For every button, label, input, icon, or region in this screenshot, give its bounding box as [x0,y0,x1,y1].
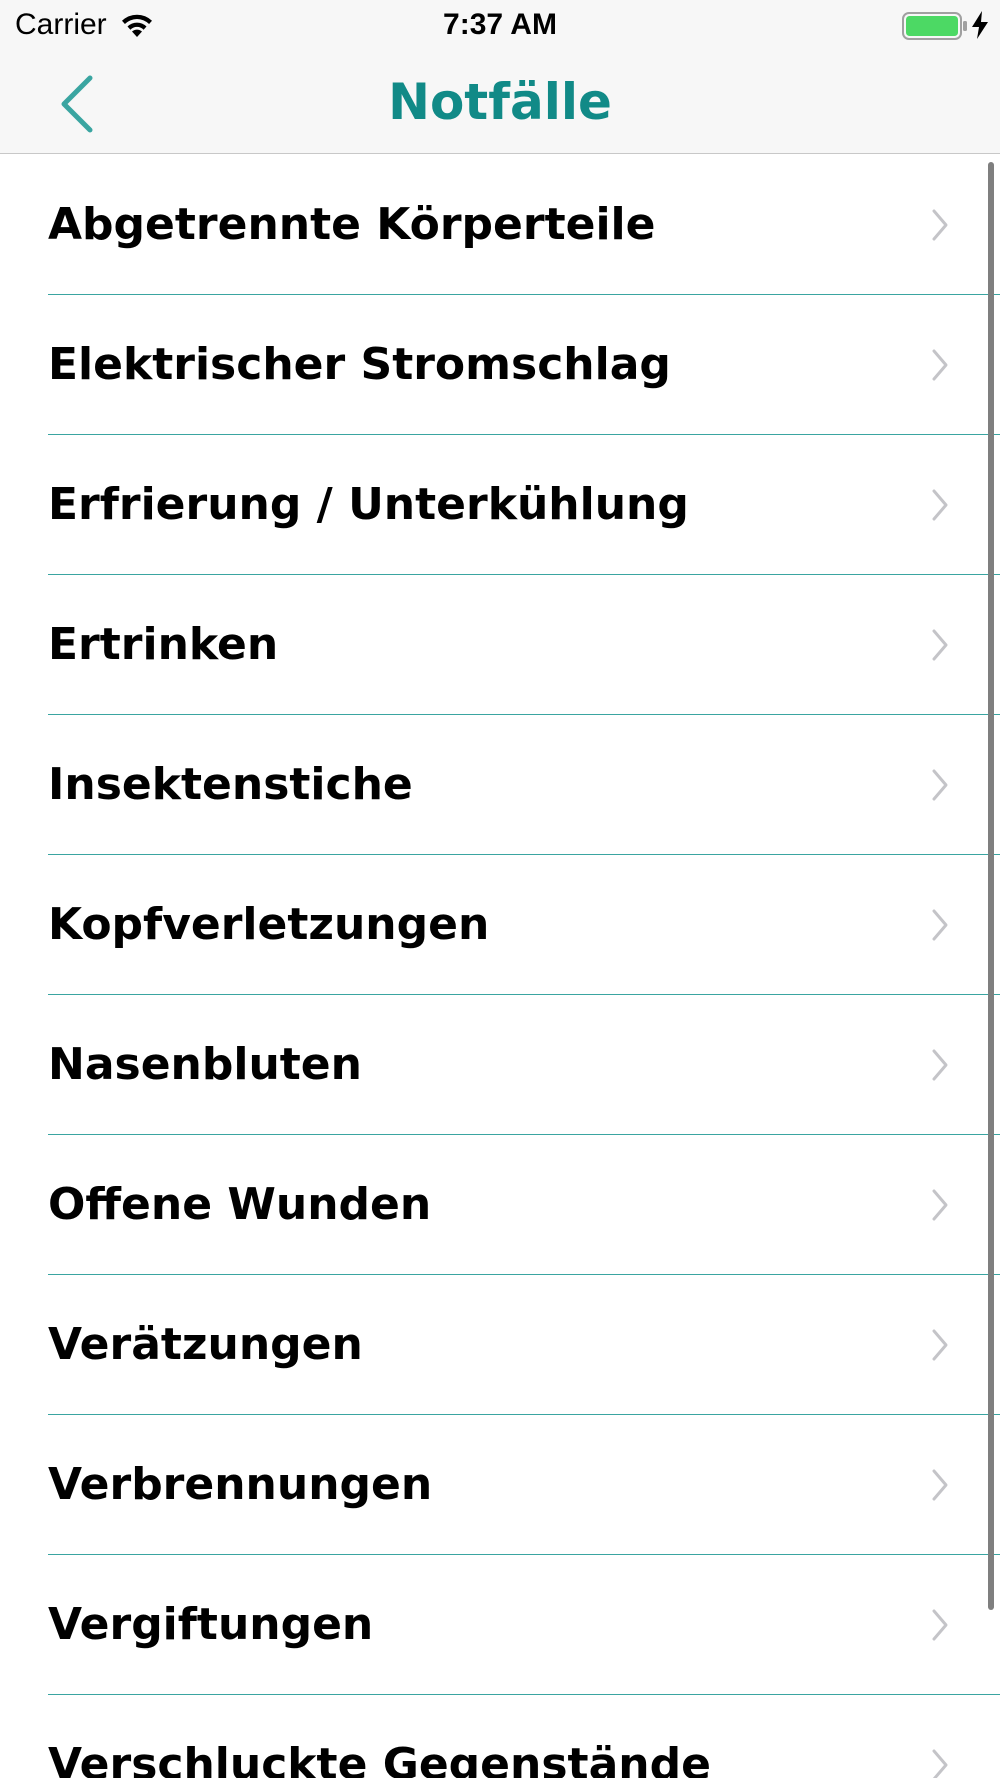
table-row[interactable]: Verätzungen [0,1275,1000,1415]
chevron-right-icon [930,1467,950,1503]
table-row[interactable]: Verbrennungen [0,1415,1000,1555]
chevron-right-icon [930,1047,950,1083]
table-row[interactable]: Erfrierung / Unterkühlung [0,435,1000,575]
table-row[interactable]: Vergiftungen [0,1555,1000,1695]
table-row[interactable]: Nasenbluten [0,995,1000,1135]
chevron-right-icon [930,347,950,383]
row-label: Elektrischer Stromschlag [48,339,671,390]
page-title: Notfälle [388,73,612,131]
emergency-list: Abgetrennte Körperteile Elektrischer Str… [0,155,1000,1778]
row-label: Verätzungen [48,1319,363,1370]
table-row[interactable]: Insektenstiche [0,715,1000,855]
chevron-right-icon [930,207,950,243]
chevron-right-icon [930,1747,950,1778]
scroll-indicator[interactable] [988,162,994,1610]
table-row[interactable]: Elektrischer Stromschlag [0,295,1000,435]
row-label: Verbrennungen [48,1459,433,1510]
row-label: Ertrinken [48,619,279,670]
chevron-right-icon [930,1327,950,1363]
chevron-right-icon [930,627,950,663]
row-label: Nasenbluten [48,1039,362,1090]
row-label: Erfrierung / Unterkühlung [48,479,689,530]
charging-bolt-icon [970,10,990,40]
row-label: Insektenstiche [48,759,413,810]
battery-icon [902,12,968,40]
navigation-bar: Notfälle [0,50,1000,154]
status-time: 7:37 AM [443,8,557,41]
row-label: Verschluckte Gegenstände [48,1739,711,1778]
chevron-right-icon [930,1187,950,1223]
table-row[interactable]: Kopfverletzungen [0,855,1000,995]
chevron-right-icon [930,487,950,523]
row-label: Kopfverletzungen [48,899,490,950]
table-row[interactable]: Ertrinken [0,575,1000,715]
status-bar: Carrier 7:37 AM [0,0,1000,50]
screen: Carrier 7:37 AM Notfälle Abgetrennte Kör… [0,0,1000,1778]
table-row[interactable]: Offene Wunden [0,1135,1000,1275]
table-row[interactable]: Abgetrennte Körperteile [0,155,1000,295]
chevron-right-icon [930,1607,950,1643]
row-label: Offene Wunden [48,1179,432,1230]
table-row[interactable]: Verschluckte Gegenstände [0,1695,1000,1778]
chevron-right-icon [930,907,950,943]
row-label: Vergiftungen [48,1599,374,1650]
chevron-right-icon [930,767,950,803]
row-label: Abgetrennte Körperteile [48,199,656,250]
